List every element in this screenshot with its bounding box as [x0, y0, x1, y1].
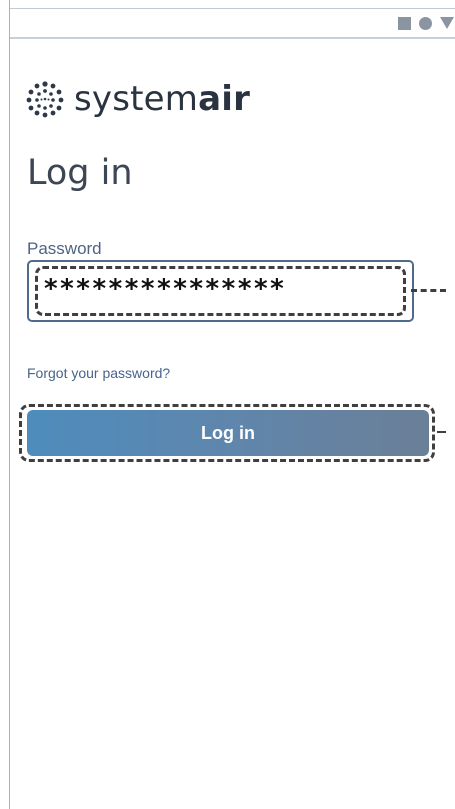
systemair-dots-logo-icon: [26, 81, 64, 118]
forgot-password-link[interactable]: Forgot your password?: [27, 366, 170, 380]
square-icon: [398, 16, 411, 30]
login-button[interactable]: Log in: [27, 410, 429, 456]
triangle-down-icon: [440, 17, 454, 29]
logo-text-bold: air: [198, 79, 251, 119]
password-value: ***************: [43, 274, 286, 304]
logo-text-regular: system: [74, 79, 199, 119]
password-annotation-connector: [411, 289, 446, 292]
password-field[interactable]: ***************: [27, 260, 414, 322]
logo-text: systemair: [74, 82, 250, 116]
login-annotation-connector: [437, 431, 446, 433]
circle-icon: [419, 16, 432, 30]
status-bar: [10, 8, 455, 39]
systemair-logo: systemair: [26, 80, 250, 118]
status-icons: [398, 16, 454, 30]
password-label: Password: [27, 239, 102, 258]
page-title: Log in: [27, 153, 133, 193]
